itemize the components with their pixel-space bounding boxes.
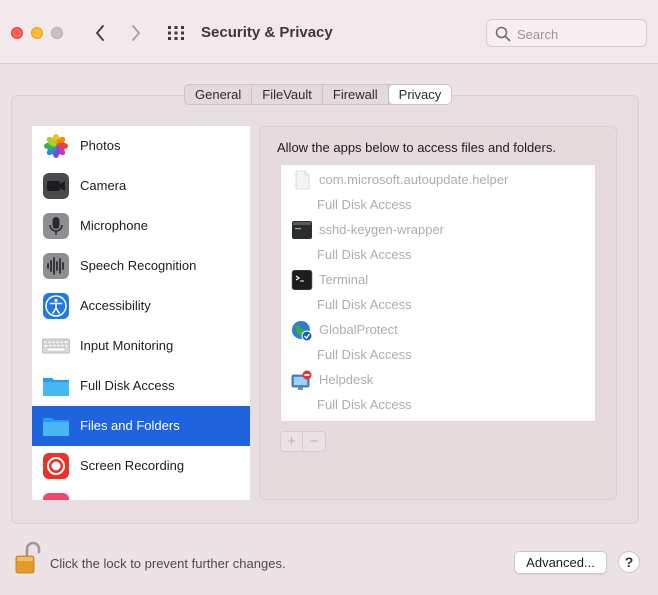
sidebar-item-accessibility[interactable]: Accessibility xyxy=(32,286,250,326)
grid-icon xyxy=(168,26,184,40)
folder-icon xyxy=(42,372,70,400)
folder-icon xyxy=(42,412,70,440)
list-item[interactable]: Full Disk Access xyxy=(281,192,595,217)
app-access-label: Full Disk Access xyxy=(317,197,412,212)
globe-icon xyxy=(291,320,313,342)
list-item[interactable]: com.microsoft.autoupdate.helper xyxy=(281,167,595,192)
sidebar-item-label: Files and Folders xyxy=(80,418,180,433)
list-item[interactable]: Full Disk Access xyxy=(281,392,595,417)
speech-recognition-icon xyxy=(42,252,70,280)
sidebar-item-label: Photos xyxy=(80,138,121,153)
list-item[interactable]: Terminal xyxy=(281,267,595,292)
sidebar-item-screen-recording[interactable]: Screen Recording xyxy=(32,446,250,486)
list-item[interactable]: GlobalProtect xyxy=(281,317,595,342)
sidebar-item-input-monitoring[interactable]: Input Monitoring xyxy=(32,326,250,366)
terminal-icon xyxy=(291,220,313,240)
list-item[interactable]: Helpdesk xyxy=(281,367,595,392)
app-access-label: Full Disk Access xyxy=(317,247,412,262)
title-bar: Security & Privacy Search xyxy=(0,0,658,64)
photos-icon xyxy=(42,132,70,160)
list-item[interactable]: Full Disk Access xyxy=(281,342,595,367)
tab-privacy[interactable]: Privacy xyxy=(388,85,452,104)
camera-icon xyxy=(42,172,70,200)
sidebar-item-photos[interactable]: Photos xyxy=(32,126,250,166)
help-button[interactable]: ? xyxy=(618,551,640,573)
app-name: Terminal xyxy=(319,272,369,287)
remove-app-button[interactable]: − xyxy=(303,432,325,451)
unlocked-padlock-icon xyxy=(15,541,41,574)
search-icon xyxy=(495,26,511,42)
privacy-category-list[interactable]: Photos Camera Microphone Speech Recognit… xyxy=(32,126,250,500)
app-access-label: Full Disk Access xyxy=(317,347,412,362)
list-item[interactable]: Full Disk Access xyxy=(281,292,595,317)
tab-bar: General FileVault Firewall Privacy xyxy=(184,84,453,105)
sidebar-item-label: Speech Recognition xyxy=(80,258,197,273)
terminal-icon xyxy=(291,269,313,291)
back-button[interactable] xyxy=(90,22,110,44)
sidebar-item-microphone[interactable]: Microphone xyxy=(32,206,250,246)
sidebar-item-files-and-folders[interactable]: Files and Folders xyxy=(32,406,250,446)
list-item[interactable]: sshd-keygen-wrapper xyxy=(281,217,595,242)
microphone-icon xyxy=(42,212,70,240)
forward-button[interactable] xyxy=(126,22,146,44)
search-placeholder: Search xyxy=(517,27,559,42)
sidebar-item-camera[interactable]: Camera xyxy=(32,166,250,206)
app-name: Helpdesk xyxy=(319,372,374,387)
sidebar-item-speech-recognition[interactable]: Speech Recognition xyxy=(32,246,250,286)
add-remove-control: + − xyxy=(280,431,326,452)
security-privacy-window: Security & Privacy Search General FileVa… xyxy=(0,0,658,595)
minimize-window-button[interactable] xyxy=(31,27,43,39)
chevron-right-icon xyxy=(132,25,140,41)
app-access-label: Full Disk Access xyxy=(317,397,412,412)
screen-recording-icon xyxy=(42,452,70,480)
sidebar-item-full-disk-access[interactable]: Full Disk Access xyxy=(32,366,250,406)
keyboard-icon xyxy=(41,332,71,360)
tab-filevault[interactable]: FileVault xyxy=(252,85,323,104)
tab-general[interactable]: General xyxy=(185,85,253,104)
sidebar-item-partial[interactable] xyxy=(32,486,250,500)
zoom-window-button[interactable] xyxy=(51,27,63,39)
blank-document-icon xyxy=(291,170,313,190)
media-icon xyxy=(42,492,70,500)
sidebar-item-label: Camera xyxy=(80,178,127,193)
chevron-left-icon xyxy=(96,25,104,41)
sidebar-item-label: Screen Recording xyxy=(80,458,185,473)
add-app-button[interactable]: + xyxy=(281,432,303,451)
app-access-list[interactable]: com.microsoft.autoupdate.helper Full Dis… xyxy=(280,164,596,422)
advanced-button[interactable]: Advanced... xyxy=(514,551,607,574)
sidebar-item-label: Input Monitoring xyxy=(80,338,174,353)
helpdesk-icon xyxy=(291,370,313,390)
search-field[interactable]: Search xyxy=(486,19,647,47)
sidebar-item-label: Full Disk Access xyxy=(80,378,175,393)
window-title: Security & Privacy xyxy=(201,24,333,41)
lock-status-text: Click the lock to prevent further change… xyxy=(50,556,286,571)
close-window-button[interactable] xyxy=(11,27,23,39)
tab-firewall[interactable]: Firewall xyxy=(323,85,389,104)
sidebar-item-label: Microphone xyxy=(80,218,148,233)
sidebar-item-label: Accessibility xyxy=(80,298,151,313)
lock-button[interactable] xyxy=(13,541,43,575)
panel-header: Allow the apps below to access files and… xyxy=(277,140,556,155)
accessibility-icon xyxy=(42,292,70,320)
app-access-label: Full Disk Access xyxy=(317,297,412,312)
app-name: sshd-keygen-wrapper xyxy=(319,222,445,237)
show-all-button[interactable] xyxy=(166,24,186,42)
app-name: com.microsoft.autoupdate.helper xyxy=(319,172,509,187)
list-item[interactable]: Full Disk Access xyxy=(281,242,595,267)
app-name: GlobalProtect xyxy=(319,322,398,337)
